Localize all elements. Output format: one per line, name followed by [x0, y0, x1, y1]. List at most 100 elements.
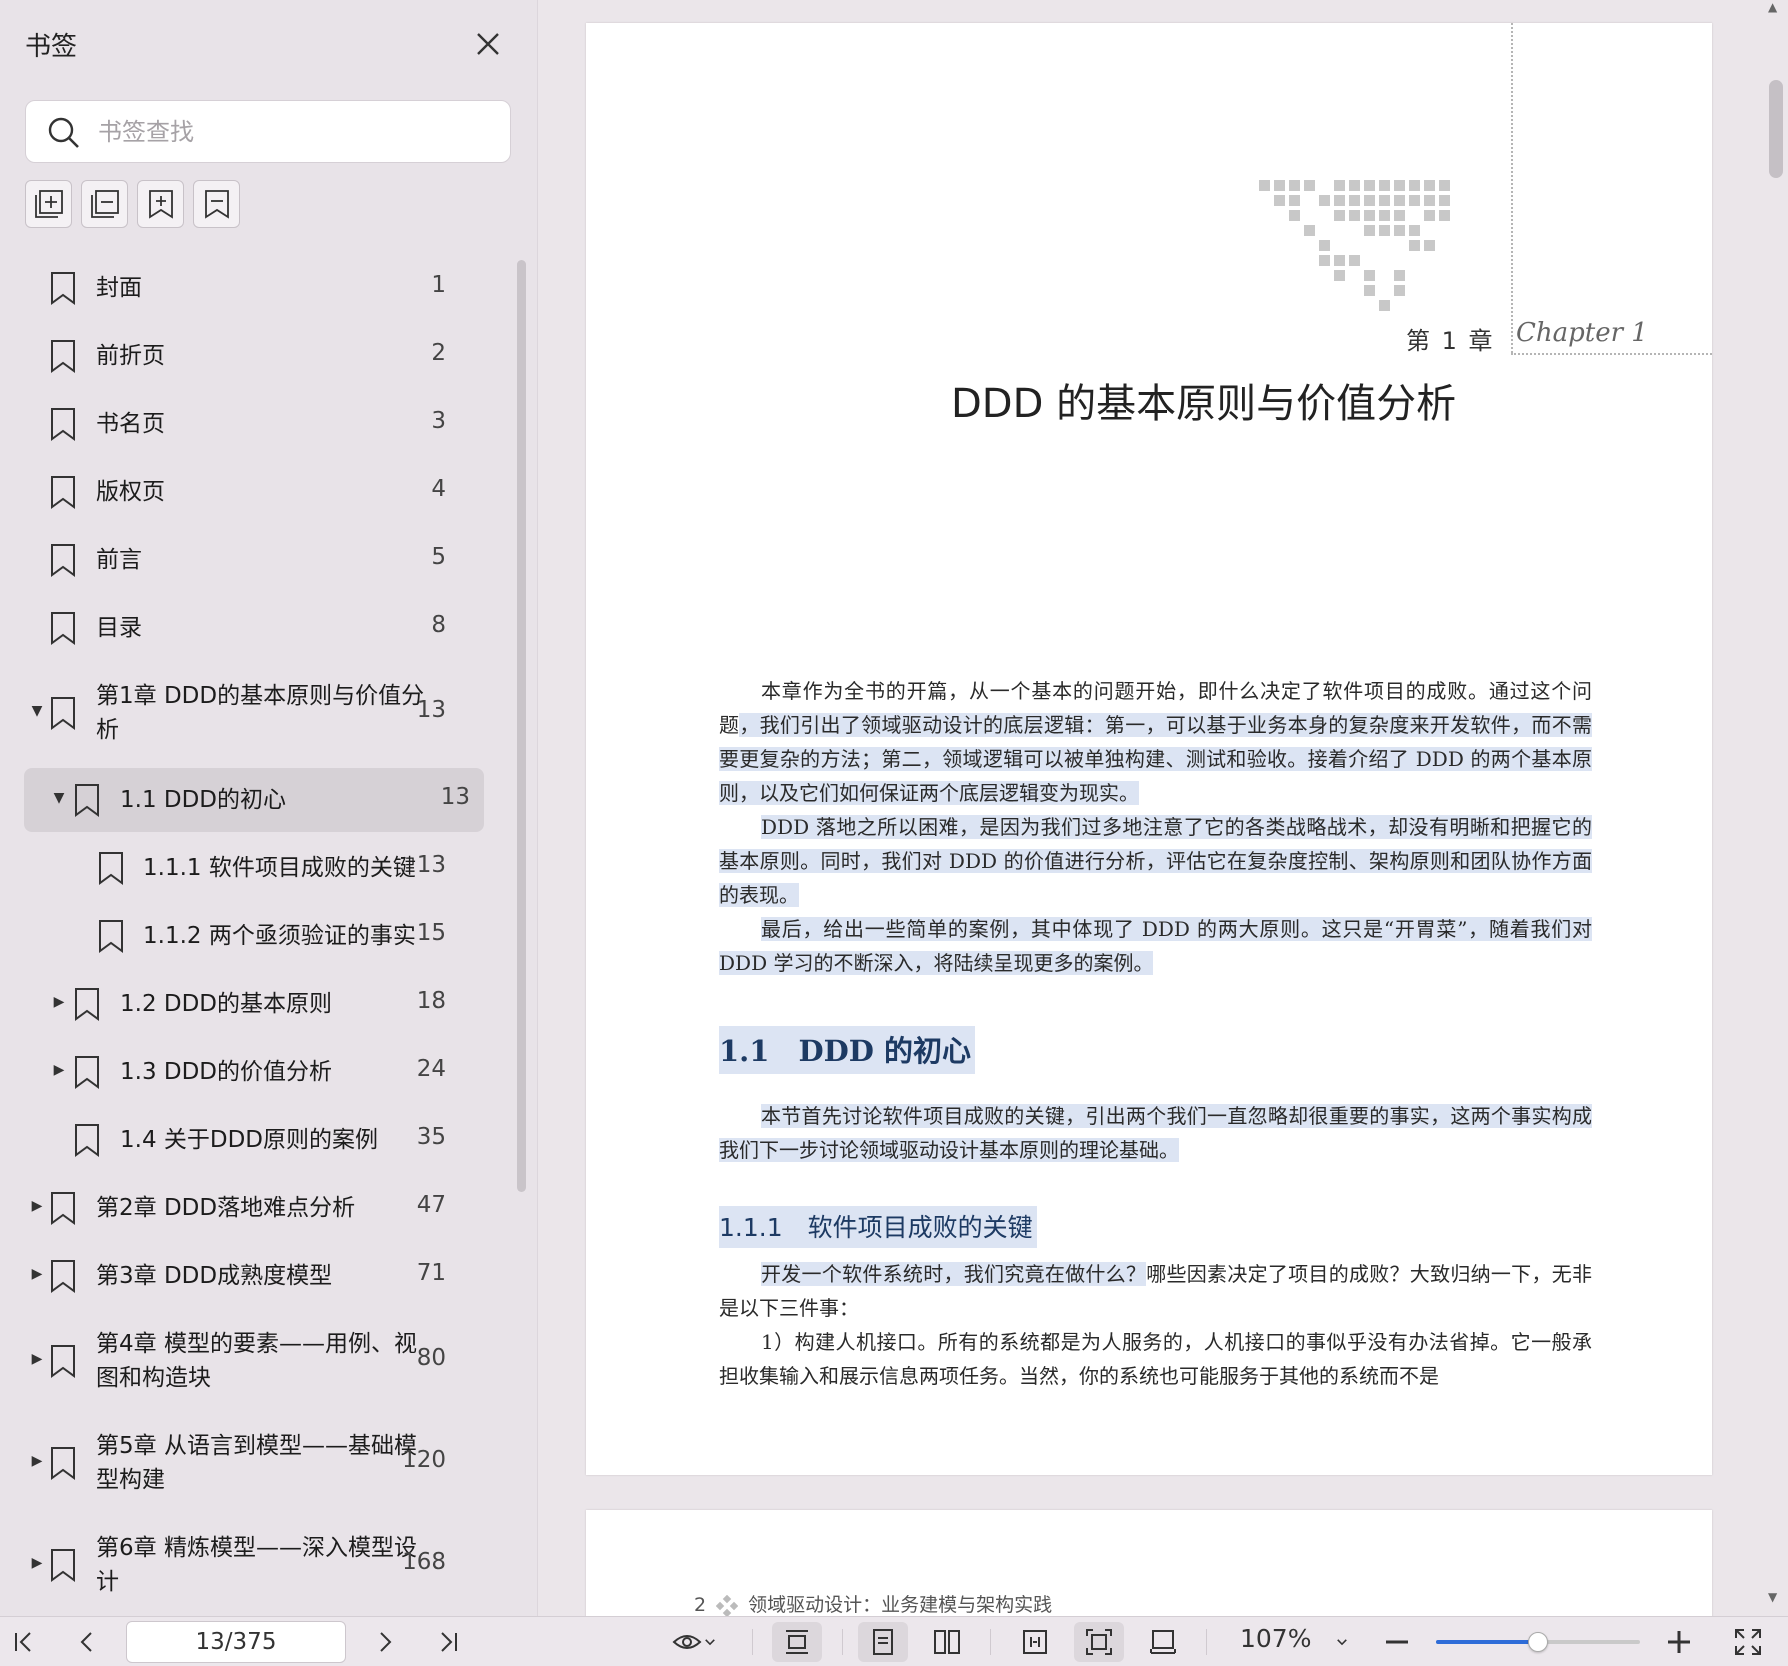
bookmark-page-number: 13	[440, 784, 470, 810]
fullscreen-button[interactable]	[1730, 1622, 1766, 1662]
caret-right-icon[interactable]: ▶	[30, 1555, 44, 1571]
bookmark-item[interactable]: ▶ 第2章 DDD落地难点分析 47	[0, 1176, 484, 1240]
bookmark-page-number: 47	[416, 1192, 446, 1218]
running-title: 领域驱动设计：业务建模与架构实践	[748, 1594, 1053, 1616]
bookmark-icon	[99, 920, 123, 953]
caret-right-icon[interactable]: ▶	[30, 1198, 44, 1214]
bookmark-icon	[51, 612, 75, 645]
toolbar-divider	[752, 1629, 753, 1655]
chevron-left-icon	[80, 1632, 92, 1652]
bookmark-item[interactable]: ▶ 第4章 模型的要素——用例、视图和构造块 80	[0, 1312, 484, 1410]
bookmark-icon	[51, 1260, 75, 1293]
caret-right-icon[interactable]: ▶	[30, 1351, 44, 1367]
first-page-button[interactable]	[6, 1622, 40, 1662]
bookmark-page-number: 5	[431, 544, 446, 570]
page-number: 2	[694, 1594, 707, 1616]
fit-width-icon	[1023, 1630, 1047, 1654]
intro-paragraph: 本章作为全书的开篇，从一个基本的问题开始，即什么决定了软件项目的成败。通过这个问…	[719, 679, 1593, 805]
bookmark-item[interactable]: 1.1.2 两个亟须验证的事实 15	[0, 904, 484, 968]
bookmark-page-number: 80	[416, 1345, 446, 1371]
last-page-button[interactable]	[432, 1622, 466, 1662]
eye-icon	[672, 1635, 702, 1649]
page-number-input[interactable]: 13/375	[126, 1621, 346, 1663]
minus-icon	[1386, 1640, 1408, 1644]
caret-right-icon[interactable]: ▶	[52, 994, 66, 1010]
bookmark-page-number: 13	[416, 852, 446, 878]
bookmark-item[interactable]: ▶ 第5章 从语言到模型——基础模型构建 120	[0, 1414, 484, 1512]
view-mode-button[interactable]	[664, 1622, 726, 1662]
chapter-pixel-ornament	[1259, 180, 1450, 311]
fullscreen-icon	[1735, 1629, 1761, 1655]
bookmark-item[interactable]: ▶ 1.3 DDD的价值分析 24	[0, 1040, 484, 1104]
bookmark-item[interactable]: 1.1.1 软件项目成败的关键 13	[0, 836, 484, 900]
zoom-out-button[interactable]	[1380, 1622, 1414, 1662]
chevron-down-icon	[1337, 1639, 1347, 1646]
chevron-down-icon	[705, 1639, 715, 1646]
bookmark-page-number: 71	[416, 1260, 446, 1286]
bookmark-item[interactable]: 目录 8	[0, 596, 484, 660]
scroll-up-arrow[interactable]: ▲	[1768, 0, 1777, 14]
bookmark-icon	[51, 408, 75, 441]
caret-down-icon[interactable]: ▼	[30, 703, 44, 719]
bookmark-item[interactable]: ▶ 1.2 DDD的基本原则 18	[0, 972, 484, 1036]
sidebar-scrollbar[interactable]	[517, 260, 526, 1192]
bookmark-item[interactable]: ▶ 第3章 DDD成熟度模型 71	[0, 1244, 484, 1308]
section-paragraph: 本节首先讨论软件项目成败的关键，引出两个我们一直忽略却很重要的事实，这两个事实构…	[719, 1104, 1592, 1162]
bookmark-item[interactable]: 封面 1	[0, 256, 484, 320]
caret-right-icon[interactable]: ▶	[30, 1453, 44, 1469]
bottom-toolbar: 13/375 107%	[0, 1616, 1788, 1666]
document-viewport: ▲ 第 1 章 Chapter 1 DDD 的基本原则与价值分析 本章作为全书的…	[539, 0, 1788, 1666]
intro-paragraph: DDD 落地之所以困难，是因为我们过多地注意了它的各类战略战术，却没有明晰和把握…	[719, 815, 1592, 907]
bookmark-item[interactable]: ▼ 1.1 DDD的初心 13	[24, 768, 484, 832]
bookmark-item[interactable]: ▶ 第6章 精炼模型——深入模型设计 168	[0, 1516, 484, 1614]
two-page-button[interactable]	[922, 1622, 972, 1662]
bookmark-page-number: 1	[431, 272, 446, 298]
diamond-ornament-icon	[716, 1594, 739, 1617]
fit-page-button[interactable]	[1074, 1622, 1124, 1662]
next-page-button[interactable]	[368, 1622, 402, 1662]
two-page-icon	[934, 1630, 960, 1654]
bookmark-icon	[51, 544, 75, 577]
bookmark-item[interactable]: 版权页 4	[0, 460, 484, 524]
chapter-script-label: Chapter 1	[1516, 318, 1648, 348]
zoom-in-button[interactable]	[1662, 1622, 1696, 1662]
document-page: 第 1 章 Chapter 1 DDD 的基本原则与价值分析 本章作为全书的开篇…	[586, 23, 1712, 1475]
bookmark-icon	[51, 1549, 75, 1582]
bookmark-page-number: 35	[416, 1124, 446, 1150]
fit-width-button[interactable]	[1010, 1622, 1060, 1662]
bookmark-icon	[51, 272, 75, 305]
bookmark-page-number: 8	[431, 612, 446, 638]
bookmark-item[interactable]: 1.4 关于DDD原则的案例 35	[0, 1108, 484, 1172]
bookmark-page-number: 168	[402, 1549, 446, 1575]
continuous-scroll-button[interactable]	[772, 1622, 822, 1662]
single-page-button[interactable]	[858, 1622, 908, 1662]
bookmark-item[interactable]: 前言 5	[0, 528, 484, 592]
bookmark-icon	[75, 1124, 99, 1157]
bookmark-panel: 书签 封面1前折页2书名页3版权页4前言5目录8▼第1章 DDD的基本原则与价值…	[0, 0, 538, 1616]
zoom-slider-handle[interactable]	[1528, 1632, 1548, 1652]
bookmark-icon	[51, 1345, 75, 1378]
page-header: 2 领域驱动设计：业务建模与架构实践	[694, 1590, 1052, 1617]
zoom-level[interactable]: 107%	[1240, 1624, 1311, 1653]
bookmark-item[interactable]: 书名页 3	[0, 392, 484, 456]
caret-right-icon[interactable]: ▶	[30, 1266, 44, 1282]
scroll-down-arrow[interactable]: ▼	[1768, 1590, 1777, 1604]
document-scrollbar[interactable]	[1769, 80, 1783, 178]
toolbar-divider	[990, 1629, 991, 1655]
chapter-dotted-line	[1511, 23, 1513, 353]
rotate-page-button[interactable]	[1138, 1622, 1188, 1662]
bookmark-item[interactable]: ▼ 第1章 DDD的基本原则与价值分析 13	[0, 664, 484, 762]
bookmark-item[interactable]: 前折页 2	[0, 324, 484, 388]
single-page-icon	[873, 1629, 893, 1655]
continuous-scroll-icon	[786, 1630, 808, 1654]
prev-page-button[interactable]	[70, 1622, 104, 1662]
bookmark-page-number: 13	[416, 697, 446, 723]
bookmark-icon	[51, 1192, 75, 1225]
caret-right-icon[interactable]: ▶	[52, 1062, 66, 1078]
caret-down-icon[interactable]: ▼	[52, 790, 66, 806]
zoom-slider[interactable]	[1436, 1632, 1640, 1652]
bookmark-list: 封面 1 前折页 2 书名页 3 版权页 4 前言 5 目录 8 ▼ 第1章 DDD的基本原则与价值分析 1…	[0, 0, 538, 1616]
bookmark-page-number: 3	[431, 408, 446, 434]
section-heading-1-1: 1.1 DDD 的初心	[719, 1026, 975, 1074]
zoom-dropdown-button[interactable]	[1328, 1622, 1356, 1662]
